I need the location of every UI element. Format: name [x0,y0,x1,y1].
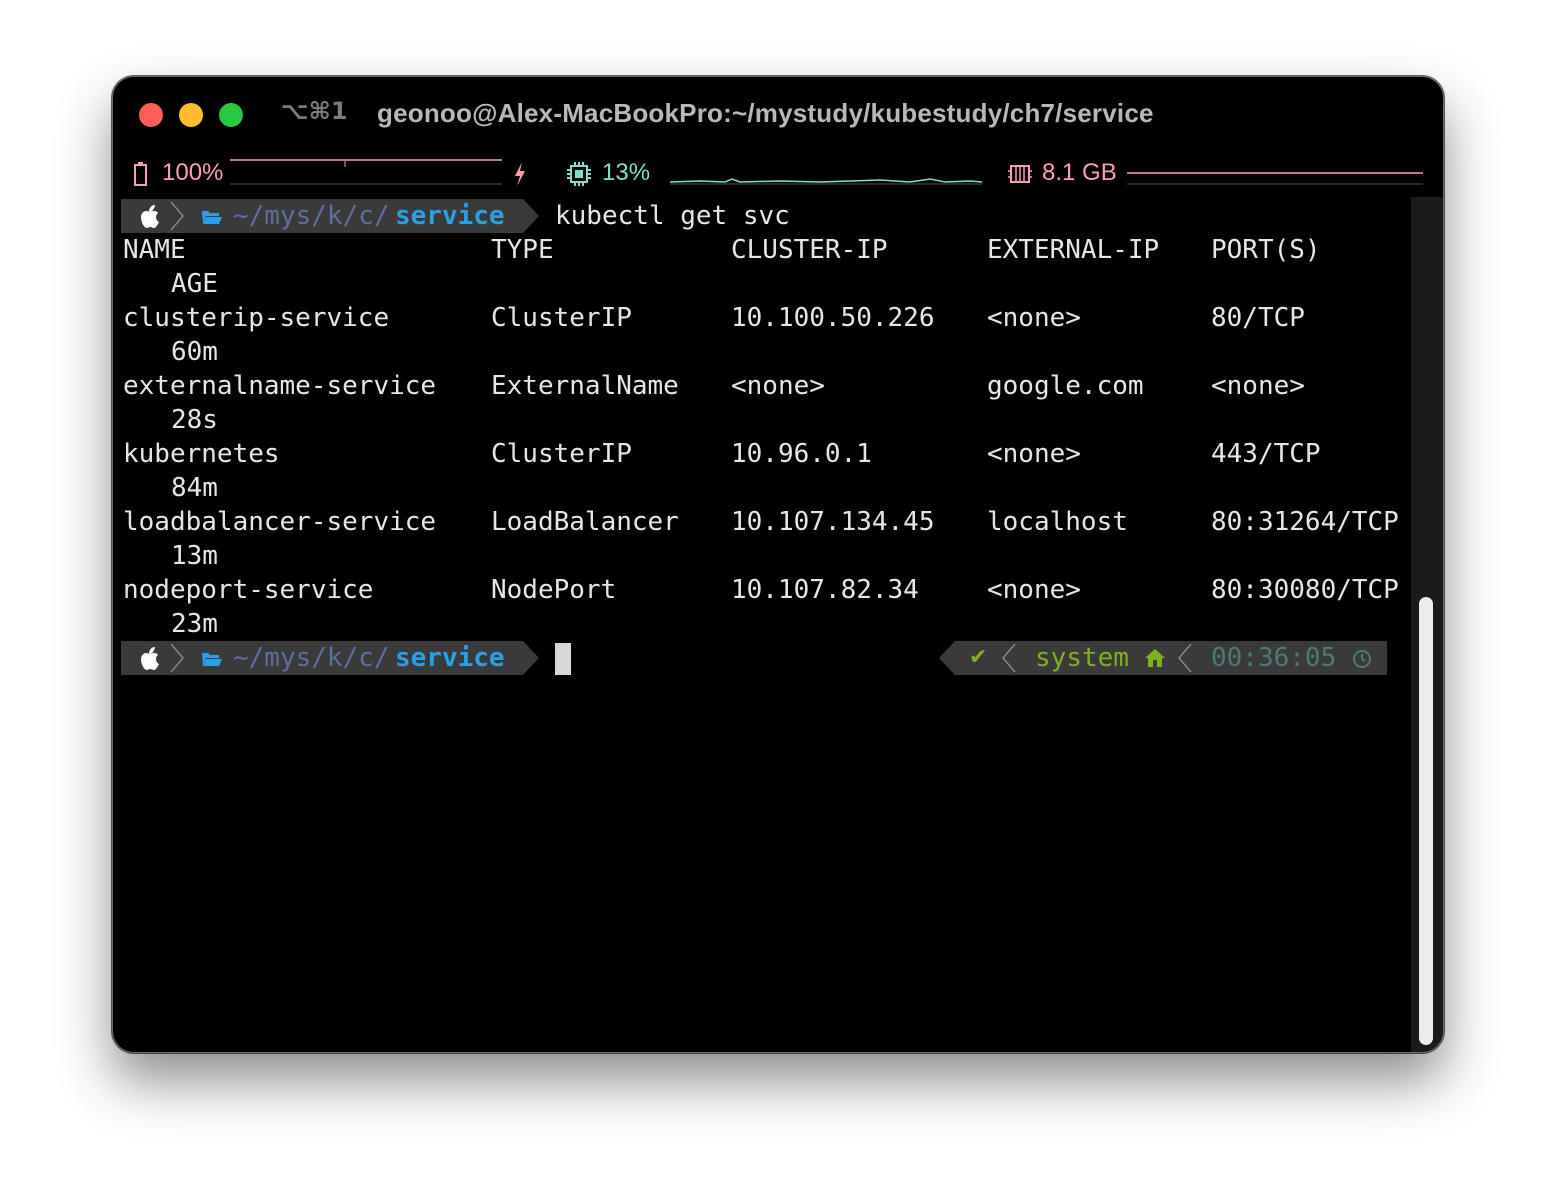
table-cell: externalname-service [123,371,437,401]
table-cell: <none> [1211,371,1305,401]
table-cell: 10.107.82.34 [731,575,919,605]
table-cell: clusterip-service [123,303,390,333]
table-cell: <none> [731,371,825,401]
scrollbar-thumb[interactable] [1419,597,1433,1045]
table-cell: ClusterIP [491,303,632,333]
table-cell: <none> [987,303,1081,333]
command-text: kubectl get svc [555,201,790,231]
table-cell: <none> [987,575,1081,605]
table-header-cell: EXTERNAL-IP [987,235,1160,265]
table-cell: 23m [171,609,218,639]
table-cell: 10.100.50.226 [731,303,935,333]
table-cell: 80:30080/TCP [1211,575,1399,605]
table-cell: google.com [987,371,1144,401]
table-cell: 60m [171,337,218,367]
table-cell: <none> [987,439,1081,469]
table-cell: 443/TCP [1211,439,1321,469]
table-cell: localhost [987,507,1128,537]
table-cell: LoadBalancer [491,507,679,537]
prompt-time: 00:36:05 [1211,643,1337,673]
table-cell: 10.96.0.1 [731,439,872,469]
table-cell: 80/TCP [1211,303,1305,333]
apple-icon [141,205,159,228]
terminal-window: ⌥⌘1 geonoo@Alex-MacBookPro:~/mystudy/kub… [112,76,1444,1053]
table-header-cell: AGE [171,269,218,299]
terminal-output[interactable]: ~/mys/k/c/ service kubectl get svc NAME T… [113,77,1443,1052]
table-header-cell: PORT(S) [1211,235,1321,265]
table-header-cell: TYPE [491,235,554,265]
clock-icon [1353,650,1371,668]
folder-icon [202,211,222,224]
table-cell: ExternalName [491,371,679,401]
table-cell: 28s [171,405,218,435]
table-cell: 13m [171,541,218,571]
table-cell: NodePort [491,575,617,605]
table-cell: 10.107.134.45 [731,507,935,537]
prompt-path-prefix: ~/mys/k/c/ [233,201,390,231]
status-check-icon: ✔ [969,645,988,670]
table-cell: 80:31264/TCP [1211,507,1399,537]
apple-icon-2 [141,647,159,670]
prompt-path-dir-2: service [395,643,505,673]
table-cell: 84m [171,473,218,503]
prompt-path-dir: service [395,201,505,231]
table-cell: ClusterIP [491,439,632,469]
table-cell: loadbalancer-service [123,507,437,537]
table-header-cell: CLUSTER-IP [731,235,888,265]
table-cell: nodeport-service [123,575,374,605]
prompt-path-prefix-2: ~/mys/k/c/ [233,643,390,673]
home-icon [1145,649,1165,667]
table-cell: kubernetes [123,439,280,469]
text-cursor [555,643,571,675]
table-header-cell: NAME [123,235,186,265]
context-name: system [1035,643,1129,673]
folder-icon-2 [202,653,222,666]
